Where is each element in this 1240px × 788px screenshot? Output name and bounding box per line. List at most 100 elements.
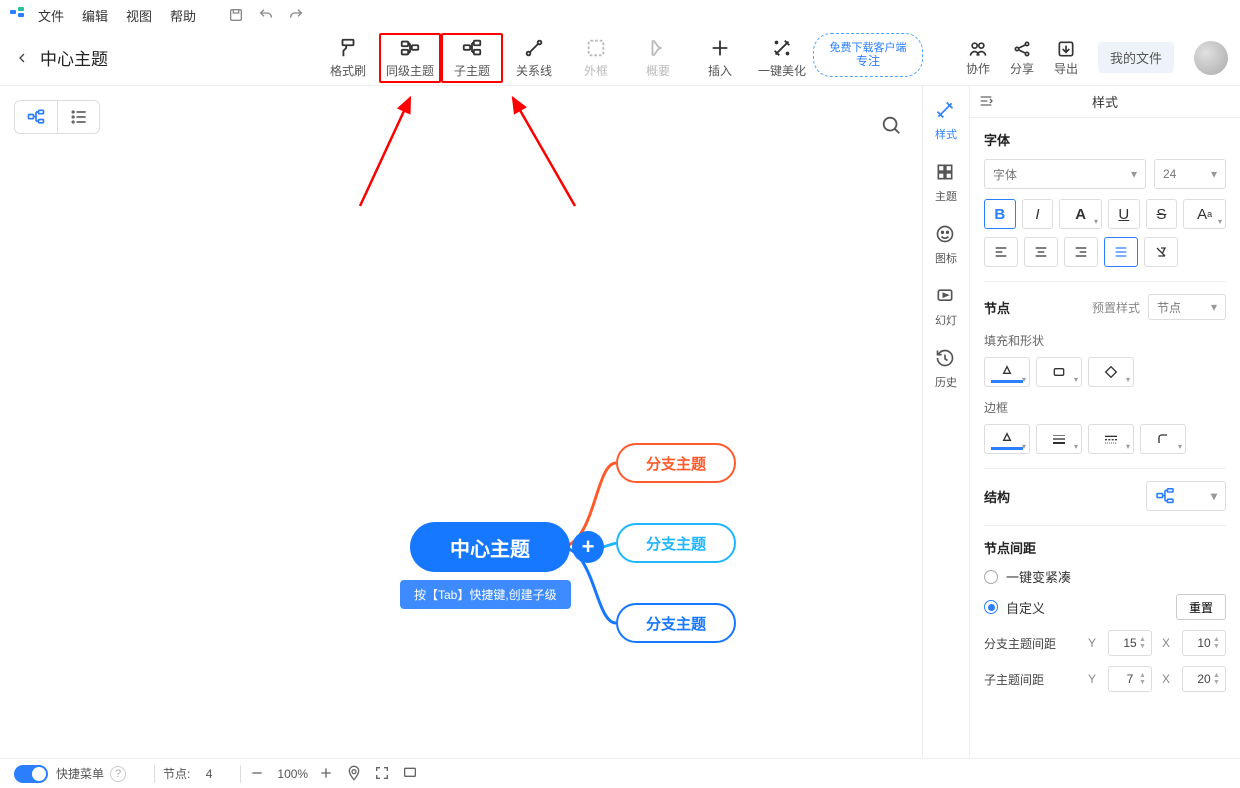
menu-help[interactable]: 帮助 (170, 6, 196, 25)
document-title: 中心主题 (40, 45, 108, 70)
panel-collapse-button[interactable] (978, 93, 996, 111)
radio-custom[interactable] (984, 600, 998, 614)
border-style-button[interactable]: ▾ (1088, 424, 1134, 454)
italic-button[interactable]: I (1022, 199, 1054, 229)
chevron-down-icon: ▾ (1131, 167, 1137, 181)
back-button[interactable] (12, 48, 32, 68)
share-button[interactable]: 分享 (1010, 38, 1034, 77)
shape-button[interactable]: ▾ (1036, 357, 1082, 387)
structure-section: 结构 ▾ (970, 469, 1240, 526)
collab-label: 协作 (966, 60, 990, 77)
style-icon (935, 100, 957, 122)
node-section-title: 节点 (984, 298, 1010, 317)
beautify-label: 一键美化 (758, 62, 806, 79)
structure-select[interactable]: ▾ (1146, 481, 1226, 511)
menu-view[interactable]: 视图 (126, 6, 152, 25)
font-size-select[interactable]: 24▾ (1154, 159, 1226, 189)
header-right: 协作 分享 导出 我的文件 (966, 38, 1228, 77)
download-client-promo[interactable]: 免费下载客户端 专注 (813, 33, 923, 77)
branch-topic-node[interactable]: 分支主题 (616, 523, 736, 563)
save-icon[interactable] (228, 7, 244, 23)
fullscreen-button[interactable] (374, 765, 392, 783)
font-color-button[interactable]: A▾ (1059, 199, 1102, 229)
add-child-button[interactable]: + (572, 531, 604, 563)
align-justify-button[interactable] (1104, 237, 1138, 267)
frame-icon (584, 36, 608, 60)
toolbar: 格式刷 同级主题 子主题 关系线 外框 概要 插入 一键美化 (317, 33, 923, 83)
canvas[interactable]: 中心主题 + 分支主题 分支主题 分支主题 按【Tab】快捷键,创建子级 (0, 86, 922, 758)
corner-icon (1155, 431, 1171, 447)
sidenav-slide[interactable]: 幻灯 (924, 280, 968, 336)
font-family-select[interactable]: 字体▾ (984, 159, 1146, 189)
beautify-button[interactable]: 一键美化 (751, 33, 813, 83)
branch-topic-node[interactable]: 分支主题 (616, 443, 736, 483)
undo-icon[interactable] (258, 7, 274, 23)
strikethrough-button[interactable]: S (1146, 199, 1178, 229)
border-width-button[interactable]: ▾ (1036, 424, 1082, 454)
underline-button[interactable]: U (1108, 199, 1140, 229)
child-x-input[interactable]: 20▲▼ (1182, 666, 1226, 692)
radio-compact[interactable] (984, 570, 998, 584)
my-files-button[interactable]: 我的文件 (1098, 42, 1174, 73)
child-y-value: 7 (1127, 672, 1134, 686)
corner-radius-button[interactable]: ▾ (1140, 424, 1186, 454)
menu-edit[interactable]: 编辑 (82, 6, 108, 25)
zoom-out-button[interactable] (249, 765, 267, 783)
diamond-shape-button[interactable]: ▾ (1088, 357, 1134, 387)
quick-menu-toggle[interactable] (14, 765, 48, 783)
sidenav-icon[interactable]: 图标 (924, 218, 968, 274)
sidenav-history[interactable]: 历史 (924, 342, 968, 398)
export-label: 导出 (1054, 60, 1078, 77)
branch-x-input[interactable]: 10▲▼ (1182, 630, 1226, 656)
sidenav-style[interactable]: 样式 (924, 94, 968, 150)
preset-label: 预置样式 (1092, 299, 1140, 316)
child-topic-icon (460, 36, 484, 60)
shape-icon (1051, 364, 1067, 380)
align-right-button[interactable] (1064, 237, 1098, 267)
export-button[interactable]: 导出 (1054, 38, 1078, 77)
align-center-button[interactable] (1024, 237, 1058, 267)
presentation-button[interactable] (402, 765, 420, 783)
format-painter-label: 格式刷 (330, 62, 366, 79)
plus-icon (318, 765, 334, 781)
insert-icon (708, 36, 732, 60)
fill-color-button[interactable]: ▾ (984, 357, 1030, 387)
user-avatar[interactable] (1194, 41, 1228, 75)
theme-icon (935, 162, 957, 184)
relation-button[interactable]: 关系线 (503, 33, 565, 83)
branch-y-input[interactable]: 15▲▼ (1108, 630, 1152, 656)
zoom-in-button[interactable] (318, 765, 336, 783)
center-topic-node[interactable]: 中心主题 (410, 522, 570, 572)
format-painter-button[interactable]: 格式刷 (317, 33, 379, 83)
collab-button[interactable]: 协作 (966, 38, 990, 77)
panel-header: 样式 (970, 86, 1240, 118)
chevron-down-icon: ▾ (1211, 167, 1217, 181)
share-icon (1011, 38, 1033, 60)
clear-format-button[interactable] (1144, 237, 1178, 267)
compact-radio-row[interactable]: 一键变紧凑 (984, 567, 1226, 586)
sidenav-theme-label: 主题 (935, 188, 957, 204)
border-color-button[interactable]: ▾ (984, 424, 1030, 454)
custom-radio-row[interactable]: 自定义 重置 (984, 594, 1226, 620)
bold-button[interactable]: B (984, 199, 1016, 229)
summary-button[interactable]: 概要 (627, 33, 689, 83)
help-icon[interactable]: ? (110, 766, 126, 782)
child-spacing-label: 子主题间距 (984, 671, 1078, 688)
same-level-topic-button[interactable]: 同级主题 (379, 33, 441, 83)
sidenav-theme[interactable]: 主题 (924, 156, 968, 212)
child-topic-button[interactable]: 子主题 (441, 33, 503, 83)
locate-button[interactable] (346, 765, 364, 783)
child-y-input[interactable]: 7▲▼ (1108, 666, 1152, 692)
frame-button[interactable]: 外框 (565, 33, 627, 83)
tab-shortcut-tip: 按【Tab】快捷键,创建子级 (400, 580, 571, 609)
preset-select[interactable]: 节点▾ (1148, 294, 1226, 320)
redo-icon[interactable] (288, 7, 304, 23)
relation-label: 关系线 (516, 62, 552, 79)
menu-file[interactable]: 文件 (38, 6, 64, 25)
text-case-button[interactable]: Aa▾ (1183, 199, 1226, 229)
chevron-left-icon (14, 50, 30, 66)
reset-spacing-button[interactable]: 重置 (1176, 594, 1226, 620)
branch-topic-node[interactable]: 分支主题 (616, 603, 736, 643)
insert-button[interactable]: 插入 (689, 33, 751, 83)
align-left-button[interactable] (984, 237, 1018, 267)
